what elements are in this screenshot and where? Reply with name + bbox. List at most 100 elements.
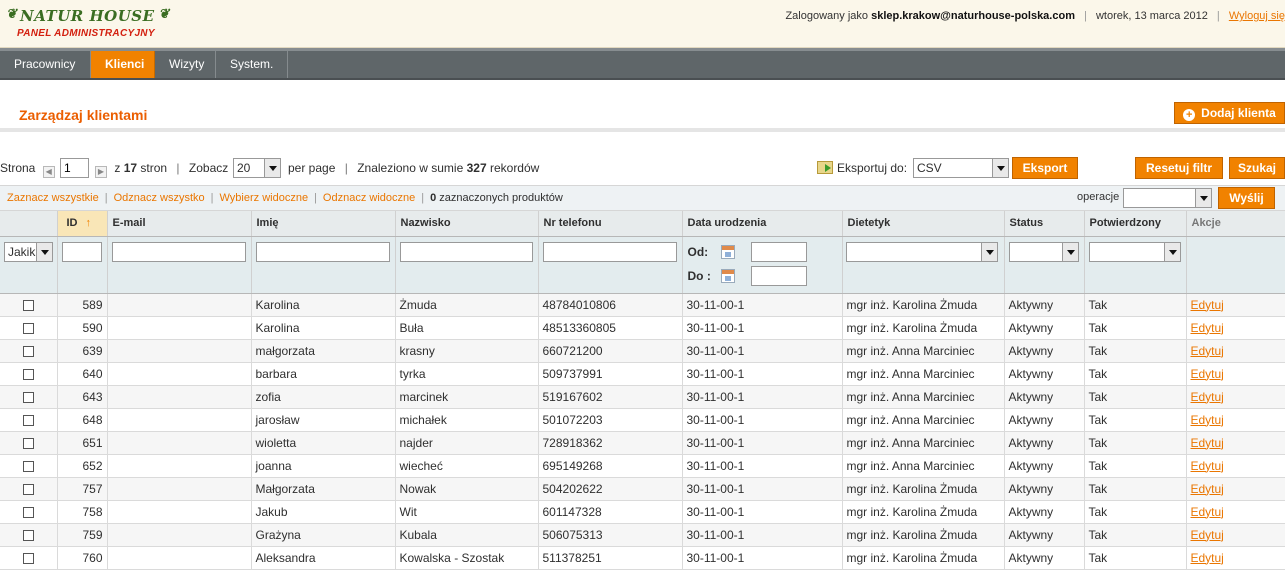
row-checkbox[interactable] [22,552,34,564]
submit-massaction-button[interactable]: Wyślij [1218,187,1275,209]
unselect-visible-link[interactable]: Odznacz widoczne [323,192,415,204]
selected-count: 0 [430,192,437,204]
column-header-id[interactable]: ID ↑ [57,211,108,237]
search-button[interactable]: Szukaj [1229,157,1285,179]
cell-status: Aktywny [1004,408,1085,432]
edit-link[interactable]: Edytuj [1191,436,1224,450]
row-checkbox[interactable] [22,483,34,495]
column-header-last-name[interactable]: Nazwisko [395,211,539,237]
row-checkbox[interactable] [22,437,34,449]
email-filter-input[interactable] [111,241,246,262]
edit-link[interactable]: Edytuj [1191,321,1224,335]
plus-icon: + [1183,109,1196,121]
confirmed-filter-select[interactable] [1088,241,1181,262]
export-format-select[interactable]: CSV [913,158,1009,178]
cell-email [107,316,252,340]
table-row[interactable]: 651 wioletta najder 728918362 30-11-00-1 mgr … [0,431,1285,455]
separator: | [176,161,180,175]
cell-status: Aktywny [1004,477,1085,501]
calendar-icon[interactable] [720,244,735,259]
select-visible-link[interactable]: Wybierz widoczne [220,192,309,204]
row-checkbox[interactable] [22,529,34,541]
logout-link[interactable]: Wyloguj się [1229,10,1285,22]
table-row[interactable]: 760 Aleksandra Kowalska - Szostak 511378251… [0,546,1285,570]
edit-link[interactable]: Edytuj [1191,390,1224,404]
dietitian-filter-select[interactable] [845,241,998,262]
next-page-icon[interactable]: ▶ [95,166,107,178]
page-number-input[interactable] [60,158,89,178]
chevron-down-icon [1061,242,1078,261]
cell-id: 589 [57,293,108,317]
edit-link[interactable]: Edytuj [1191,344,1224,358]
export-button[interactable]: Eksport [1012,157,1078,179]
reset-filter-button[interactable]: Resetuj filtr [1135,157,1223,179]
table-row[interactable]: 759 Grażyna Kubala 506075313 30-11-00-1 mgr i… [0,523,1285,547]
table-row[interactable]: 589 Karolina Żmuda 48784010806 30-11-00-1 mgr… [0,293,1285,317]
row-checkbox[interactable] [22,345,34,357]
table-row[interactable]: 758 Jakub Wit 601147328 30-11-00-1 mgr inż. K… [0,500,1285,524]
row-checkbox-cell [0,500,58,524]
unselect-all-link[interactable]: Odznacz wszystko [114,192,205,204]
table-row[interactable]: 648 jarosław michałek 501072203 30-11-00-1 mg… [0,408,1285,432]
operations-select[interactable] [1123,188,1212,208]
row-checkbox[interactable] [22,414,34,426]
calendar-icon[interactable] [720,268,735,283]
id-filter-input[interactable] [61,241,102,262]
column-header-dietitian[interactable]: Dietetyk [842,211,1005,237]
cell-first-name: jarosław [251,408,396,432]
select-filter[interactable]: Jakik [4,241,53,262]
row-checkbox[interactable] [22,506,34,518]
edit-link[interactable]: Edytuj [1191,551,1224,565]
row-checkbox[interactable] [22,322,34,334]
add-customer-button[interactable]: + Dodaj klienta [1174,102,1285,124]
column-header-birth-date[interactable]: Data urodzenia [682,211,843,237]
filter-cell-select: Jakik [0,236,58,294]
first-name-filter-input[interactable] [255,241,390,262]
nav-item-system[interactable]: System. [216,51,288,78]
edit-link[interactable]: Edytuj [1191,505,1224,519]
prev-page-icon[interactable]: ◀ [42,166,55,178]
cell-email [107,477,252,501]
table-row[interactable]: 590 Karolina Buła 48513360805 30-11-00-1 mgr … [0,316,1285,340]
row-checkbox[interactable] [22,368,34,380]
column-header-first-name[interactable]: Imię [251,211,396,237]
chevron-down-icon [992,159,1008,177]
edit-link[interactable]: Edytuj [1191,367,1224,381]
nav-item-klienci[interactable]: Klienci [91,51,155,78]
table-row[interactable]: 757 Małgorzata Nowak 504202622 30-11-00-1 mgr… [0,477,1285,501]
cell-last-name: najder [395,431,539,455]
column-header-confirmed[interactable]: Potwierdzony [1084,211,1187,237]
select-filter-value: Jakik [8,244,36,259]
phone-filter-input[interactable] [542,241,677,262]
edit-link[interactable]: Edytuj [1191,528,1224,542]
table-row[interactable]: 639 małgorzata krasny 660721200 30-11-00-1 mg… [0,339,1285,363]
per-page-select[interactable]: 20 [233,158,281,178]
cell-dietitian: mgr inż. Karolina Żmuda [842,500,1005,524]
row-checkbox[interactable] [22,299,34,311]
nav-item-wizyty[interactable]: Wizyty [155,51,216,78]
date-from-input[interactable] [750,241,807,262]
table-row[interactable]: 643 zofia marcinek 519167602 30-11-00-1 mgr i… [0,385,1285,409]
cell-id: 757 [57,477,108,501]
edit-link[interactable]: Edytuj [1191,298,1224,312]
date-to-input[interactable] [750,265,807,286]
user-email: sklep.krakow@naturhouse-polska.com [871,10,1075,22]
select-all-link[interactable]: Zaznacz wszystkie [7,192,99,204]
filter-row: Jakik Od: Do : [0,236,1285,294]
row-checkbox[interactable] [22,391,34,403]
nav-item-pracownicy[interactable]: Pracownicy [0,51,91,78]
last-name-filter-input[interactable] [399,241,533,262]
status-filter-select[interactable] [1008,241,1079,262]
row-checkbox[interactable] [22,460,34,472]
cell-first-name: Aleksandra [251,546,396,570]
table-row[interactable]: 640 barbara tyrka 509737991 30-11-00-1 mgr in… [0,362,1285,386]
column-header-email[interactable]: E-mail [107,211,252,237]
cell-last-name: Buła [395,316,539,340]
cell-last-name: Żmuda [395,293,539,317]
edit-link[interactable]: Edytuj [1191,459,1224,473]
column-header-status[interactable]: Status [1004,211,1085,237]
table-row[interactable]: 652 joanna wiecheć 695149268 30-11-00-1 mgr i… [0,454,1285,478]
edit-link[interactable]: Edytuj [1191,482,1224,496]
column-header-phone[interactable]: Nr telefonu [538,211,683,237]
edit-link[interactable]: Edytuj [1191,413,1224,427]
